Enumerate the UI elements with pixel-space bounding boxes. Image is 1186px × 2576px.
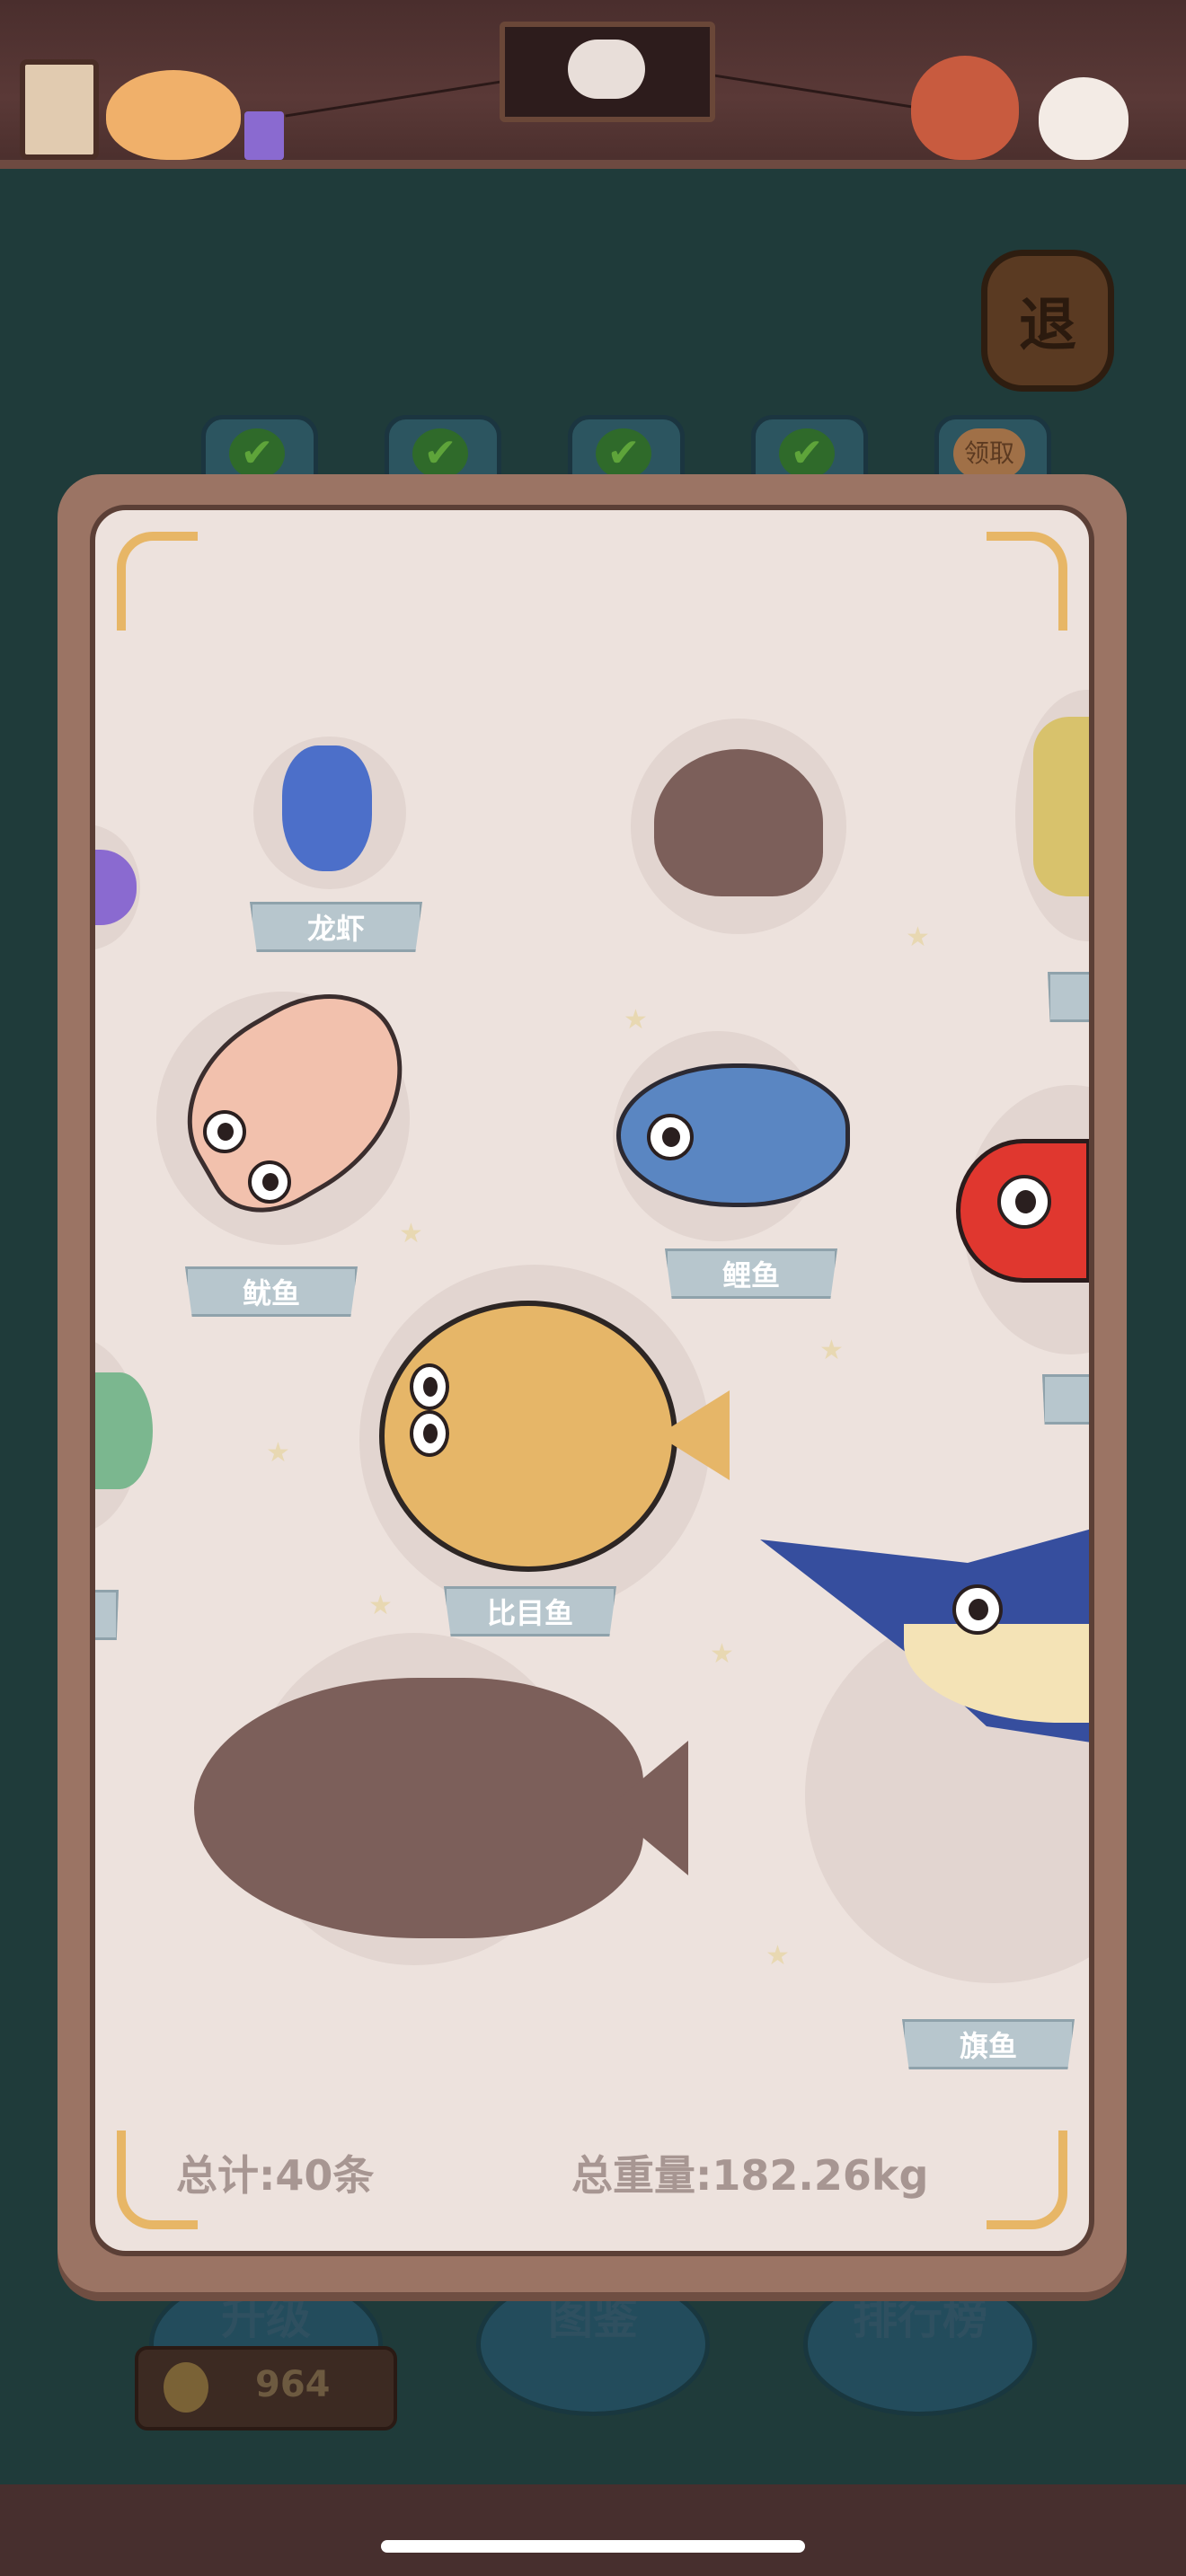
star-icon: ★ bbox=[624, 1004, 648, 1036]
coin-value: 964 bbox=[255, 2364, 331, 2405]
fisher-character-icon bbox=[911, 56, 1019, 160]
carp-eye bbox=[647, 1114, 694, 1160]
shelf-ledge bbox=[0, 160, 1186, 169]
star-icon: ★ bbox=[710, 1638, 734, 1670]
total-weight: 总重量:182.26kg bbox=[571, 2151, 929, 2200]
purple-cup-icon bbox=[244, 111, 284, 160]
old-man-icon bbox=[568, 40, 645, 99]
leaderboard-button[interactable]: 排行榜 bbox=[803, 2272, 1037, 2416]
star-icon: ★ bbox=[368, 1590, 393, 1621]
check-icon: ✔ bbox=[412, 428, 468, 479]
fish-label: 龙虾 bbox=[250, 902, 422, 952]
fish-label: 鲤鱼 bbox=[665, 1248, 837, 1299]
fish-label: 鱿鱼 bbox=[185, 1266, 358, 1317]
collection-panel: ★ ★ ★ ★ ★ ★ ★ ★ ★ 龙虾 鱿鱼 鲤鱼 bbox=[58, 474, 1127, 2292]
star-icon: ★ bbox=[399, 1218, 423, 1249]
hanging-sign bbox=[500, 22, 715, 122]
claim-label: 领取 bbox=[953, 428, 1025, 479]
marlin-eye bbox=[952, 1584, 1003, 1635]
flounder-eye bbox=[410, 1363, 449, 1410]
fish-label: 旗鱼 bbox=[902, 2019, 1075, 2069]
rope-left bbox=[285, 79, 508, 118]
yellow-creature-icon bbox=[1033, 717, 1089, 896]
red-fish-eye bbox=[997, 1175, 1051, 1229]
rope-right bbox=[702, 72, 925, 110]
unknown-creature-silhouette bbox=[654, 749, 823, 896]
corner-ornament-icon bbox=[987, 2130, 1067, 2229]
home-indicator[interactable] bbox=[381, 2540, 805, 2553]
unknown-fish-silhouette bbox=[194, 1678, 643, 1938]
fish-label-partial bbox=[95, 1590, 119, 1640]
corner-ornament-icon bbox=[987, 532, 1067, 631]
green-fish-icon bbox=[95, 1372, 153, 1489]
squid-eye bbox=[248, 1160, 291, 1204]
collection-scroll-area[interactable]: ★ ★ ★ ★ ★ ★ ★ ★ ★ 龙虾 鱿鱼 鲤鱼 bbox=[90, 505, 1094, 2256]
check-icon: ✔ bbox=[229, 428, 285, 479]
top-shelf bbox=[0, 0, 1186, 169]
white-cat-icon bbox=[1039, 77, 1128, 160]
squid-eye bbox=[203, 1110, 246, 1153]
flounder-eye bbox=[410, 1410, 449, 1457]
orange-cat-icon bbox=[106, 70, 241, 160]
check-icon: ✔ bbox=[779, 428, 835, 479]
coin-icon bbox=[164, 2362, 208, 2413]
fish-label: 比目鱼 bbox=[444, 1586, 616, 1636]
exit-button[interactable]: 退 bbox=[981, 250, 1114, 392]
corner-ornament-icon bbox=[117, 532, 198, 631]
star-icon: ★ bbox=[906, 922, 930, 953]
fish-label-partial bbox=[1048, 972, 1089, 1022]
lobster-icon bbox=[282, 745, 372, 871]
check-icon: ✔ bbox=[596, 428, 651, 479]
star-icon: ★ bbox=[766, 1940, 790, 1972]
star-icon: ★ bbox=[266, 1437, 290, 1469]
fish-label-partial bbox=[1042, 1374, 1089, 1425]
paw-frame-icon bbox=[20, 59, 99, 160]
atlas-button[interactable]: 图鉴 bbox=[476, 2272, 710, 2416]
bottom-shelf bbox=[0, 2484, 1186, 2576]
total-count: 总计:40条 bbox=[176, 2151, 375, 2200]
star-icon: ★ bbox=[819, 1335, 844, 1366]
coin-counter: 964 bbox=[135, 2346, 397, 2430]
